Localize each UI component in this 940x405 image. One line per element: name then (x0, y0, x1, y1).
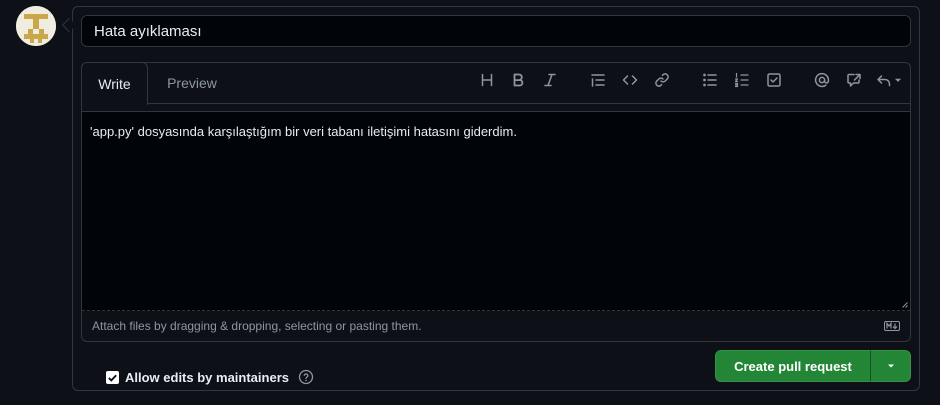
quote-icon[interactable] (588, 70, 608, 90)
reply-icon[interactable] (876, 70, 908, 90)
user-avatar[interactable] (16, 6, 56, 46)
tab-write[interactable]: Write (81, 62, 148, 105)
ordered-list-icon[interactable] (732, 70, 752, 90)
attach-files-zone[interactable]: Attach files by dragging & dropping, sel… (82, 312, 910, 341)
reference-icon[interactable] (844, 70, 864, 90)
allow-edits-label[interactable]: Allow edits by maintainers (125, 370, 289, 385)
comment-body-textarea[interactable]: 'app.py' dosyasında karşılaştığım bir ve… (82, 111, 910, 311)
create-pull-request-label: Create pull request (734, 358, 852, 374)
comment-body-text: 'app.py' dosyasında karşılaştığım bir ve… (90, 124, 517, 139)
triangle-down-icon (887, 364, 894, 368)
attach-files-hint: Attach files by dragging & dropping, sel… (92, 319, 422, 333)
markdown-icon[interactable] (884, 321, 900, 331)
create-pull-request-dropdown[interactable] (870, 350, 911, 382)
chevron-down-icon (894, 78, 902, 82)
check-icon (108, 374, 117, 382)
tab-preview[interactable]: Preview (159, 62, 225, 104)
create-pull-request-button[interactable]: Create pull request (715, 350, 871, 382)
allow-edits-checkbox[interactable] (106, 370, 119, 384)
resize-grip-icon[interactable] (900, 300, 908, 308)
bold-icon[interactable] (508, 70, 528, 90)
title-input[interactable] (81, 15, 911, 47)
link-icon[interactable] (652, 70, 672, 90)
italic-icon[interactable] (540, 70, 560, 90)
allow-edits-row: Allow edits by maintainers (106, 368, 314, 386)
unordered-list-icon[interactable] (700, 70, 720, 90)
task-list-icon[interactable] (764, 70, 784, 90)
code-icon[interactable] (620, 70, 640, 90)
heading-icon[interactable] (477, 70, 497, 90)
mention-icon[interactable] (812, 70, 832, 90)
help-icon[interactable] (298, 369, 314, 385)
